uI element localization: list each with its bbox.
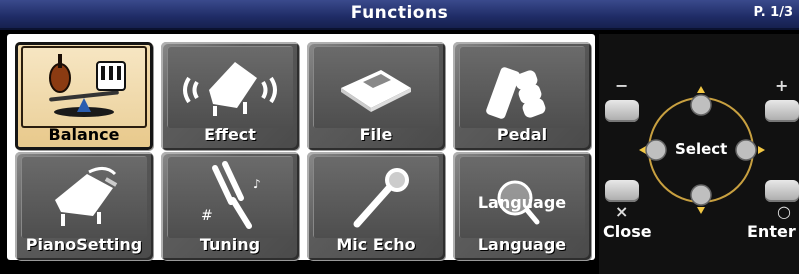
pedal-icon (486, 67, 546, 119)
enter-label: Enter (747, 222, 796, 241)
minus-button[interactable] (605, 100, 639, 122)
svg-text:#: # (201, 208, 213, 224)
tile-tuning[interactable]: # ♪ Tuning (161, 152, 299, 260)
title-bar: Functions P. 1/3 (0, 0, 799, 30)
tile-label: PianoSetting (25, 235, 143, 254)
tile-piano-setting[interactable]: PianoSetting (15, 152, 153, 260)
close-icon: × (615, 202, 629, 221)
page-title: Functions (350, 3, 449, 23)
tile-effect[interactable]: Effect (161, 42, 299, 150)
page-indicator: P. 1/3 (753, 5, 793, 20)
tuning-fork-icon: # ♪ (201, 161, 261, 229)
tile-balance[interactable]: Balance (15, 42, 153, 150)
functions-screen: Functions P. 1/3 Balance Effect File Ped… (0, 0, 799, 274)
tile-label: Pedal (496, 125, 548, 144)
microphone-icon (353, 168, 409, 228)
file-icon (341, 70, 411, 112)
enter-button[interactable] (765, 180, 799, 202)
tile-language[interactable]: Language Language (453, 152, 591, 260)
minus-icon: − (615, 76, 629, 95)
close-button[interactable] (605, 180, 639, 202)
piano-setting-icon (55, 167, 118, 226)
control-panel: − + Select × Close ○ Enter (599, 34, 799, 274)
tile-file[interactable]: File (307, 42, 445, 150)
tile-label: Balance (48, 125, 120, 144)
tile-label: Effect (204, 125, 256, 144)
tile-mic-echo[interactable]: Mic Echo (307, 152, 445, 260)
plus-icon: + (775, 76, 789, 95)
language-icon: Language (478, 180, 566, 225)
tile-label: Language (477, 235, 567, 254)
function-grid: Balance Effect File Pedal PianoSetting #… (7, 34, 595, 260)
svg-text:♪: ♪ (253, 177, 261, 191)
close-label: Close (603, 222, 652, 241)
tile-pedal[interactable]: Pedal (453, 42, 591, 150)
enter-icon: ○ (777, 202, 791, 221)
tile-label: File (359, 125, 393, 144)
select-label: Select (675, 140, 728, 158)
tile-label: Mic Echo (336, 235, 416, 254)
plus-button[interactable] (765, 100, 799, 122)
balance-icon (49, 54, 126, 117)
tile-label: Tuning (199, 235, 261, 254)
effect-icon (183, 62, 277, 116)
